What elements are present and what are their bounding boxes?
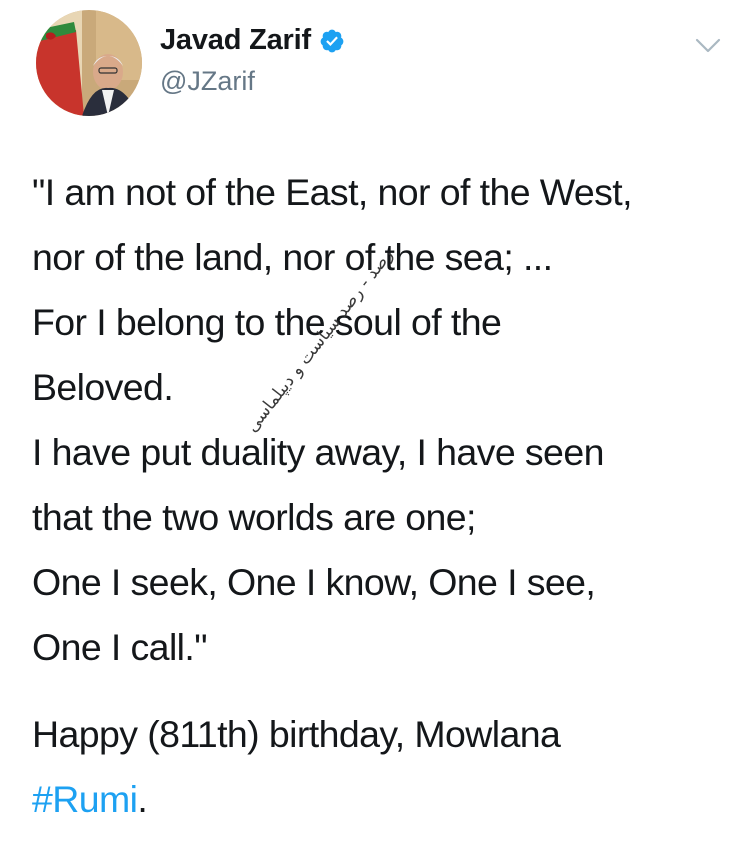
chevron-down-icon[interactable] bbox=[692, 34, 724, 58]
tweet-line: One I seek, One I know, One I see, bbox=[32, 561, 596, 603]
tweet-line: nor of the land, nor of the sea; ... bbox=[32, 236, 553, 278]
tweet-closing-line-2: #Rumi. bbox=[32, 767, 732, 832]
tweet-line: that the two worlds are one; bbox=[32, 496, 476, 538]
author-display-name[interactable]: Javad Zarif bbox=[160, 24, 311, 57]
tweet-card: Javad Zarif @JZarif "I am not of the Eas… bbox=[0, 0, 750, 843]
avatar[interactable] bbox=[36, 10, 142, 116]
tweet-body: "I am not of the East, nor of the West, … bbox=[32, 160, 732, 680]
author-handle[interactable]: @JZarif bbox=[160, 66, 255, 97]
tweet-closing: Happy (811th) birthday, Mowlana #Rumi. bbox=[32, 702, 732, 832]
closing-punctuation: . bbox=[137, 778, 148, 820]
tweet-line: One I call." bbox=[32, 626, 208, 668]
tweet-closing-line: Happy (811th) birthday, Mowlana bbox=[32, 713, 561, 755]
hashtag-link[interactable]: #Rumi bbox=[32, 778, 138, 820]
tweet-line: I have put duality away, I have seen bbox=[32, 431, 604, 473]
tweet-line: "I am not of the East, nor of the West, bbox=[32, 171, 633, 213]
tweet-line: For I belong to the soul of the bbox=[32, 301, 502, 343]
avatar-image bbox=[36, 10, 142, 116]
tweet-line: Beloved. bbox=[32, 366, 174, 408]
verified-badge-icon bbox=[319, 28, 345, 54]
author-name-row[interactable]: Javad Zarif bbox=[160, 24, 345, 57]
